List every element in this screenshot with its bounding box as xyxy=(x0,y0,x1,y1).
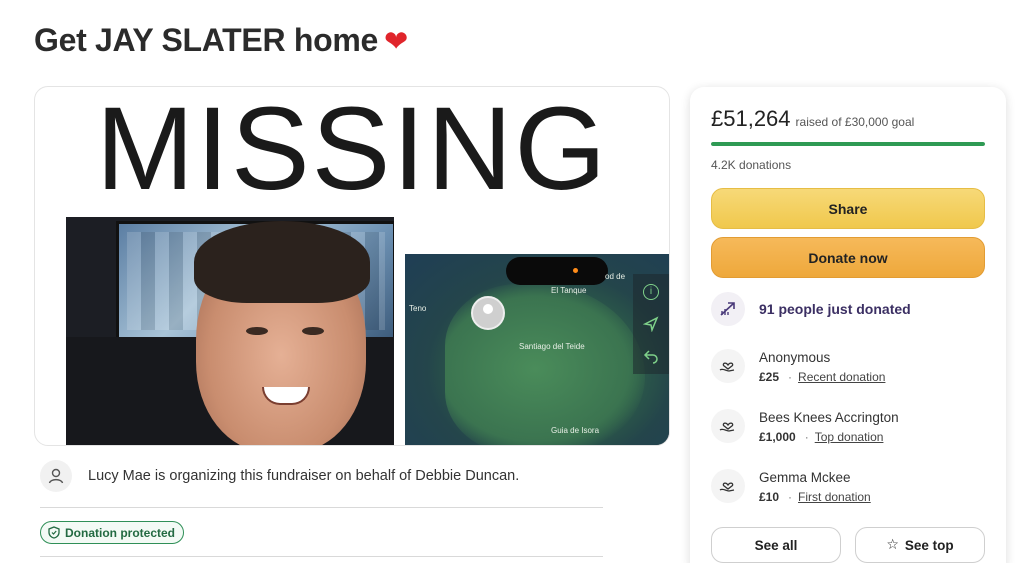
info-icon: i xyxy=(643,284,659,300)
badge-label: Donation protected xyxy=(65,525,175,540)
page-title: Get JAY SLATER home ❤ xyxy=(34,22,408,59)
missing-headline: MISSING xyxy=(95,86,609,215)
organizer-row: Lucy Mae is organizing this fundraiser o… xyxy=(40,460,519,492)
page-title-text: Get JAY SLATER home xyxy=(34,22,379,58)
donor-amount: £1,000 xyxy=(759,430,796,444)
map-label: Santiago del Teide xyxy=(519,342,585,351)
map-label: Guia de Isora xyxy=(551,426,600,435)
divider xyxy=(40,507,603,508)
back-icon xyxy=(643,348,659,364)
donation-tag-link[interactable]: Recent donation xyxy=(798,370,885,384)
donor-name: Anonymous xyxy=(759,350,831,365)
divider xyxy=(40,556,603,557)
shield-icon xyxy=(48,526,60,539)
donor-row: Gemma Mckee £10 · First donation xyxy=(711,469,871,505)
amount-raised: £51,264 raised of £30,000 goal xyxy=(711,106,914,132)
see-top-label: See top xyxy=(904,537,954,553)
donate-now-button[interactable]: Donate now xyxy=(711,237,985,278)
donation-tag-link[interactable]: First donation xyxy=(798,490,871,504)
goal-text: raised of £30,000 goal xyxy=(795,115,915,129)
hero-image[interactable]: MISSING El Tanque Teno od de Santiago de… xyxy=(34,86,670,446)
map-label: Teno xyxy=(409,304,427,313)
donor-name: Bees Knees Accrington xyxy=(759,410,899,425)
map-screenshot: El Tanque Teno od de Santiago del Teide … xyxy=(405,254,669,445)
donation-heart-hand-icon xyxy=(711,409,745,443)
user-icon xyxy=(40,460,72,492)
heart-icon: ❤ xyxy=(384,24,409,58)
donation-heart-hand-icon xyxy=(711,349,745,383)
hair xyxy=(194,221,370,303)
donation-card: £51,264 raised of £30,000 goal 4.2K dona… xyxy=(690,87,1006,563)
donor-row: Anonymous £25 · Recent donation xyxy=(711,349,885,385)
donor-row: Bees Knees Accrington £1,000 · Top donatio… xyxy=(711,409,899,445)
see-all-label: See all xyxy=(754,537,798,553)
donation-heart-hand-icon xyxy=(711,469,745,503)
donation-tag-link[interactable]: Top donation xyxy=(815,430,884,444)
trending-up-icon xyxy=(711,292,745,326)
person-photo xyxy=(66,217,394,445)
recent-activity-text: 91 people just donated xyxy=(759,301,911,317)
raised-amount: £51,264 xyxy=(711,106,791,131)
map-controls: i xyxy=(633,274,669,374)
phone-notch xyxy=(506,257,608,285)
map-label: El Tanque xyxy=(551,286,587,295)
donations-count: 4.2K donations xyxy=(711,158,792,172)
see-all-button[interactable]: See all xyxy=(711,527,841,563)
recent-activity-row: 91 people just donated xyxy=(711,292,911,326)
share-button[interactable]: Share xyxy=(711,188,985,229)
donor-amount: £10 xyxy=(759,490,780,504)
navigate-icon xyxy=(642,316,659,333)
see-top-button[interactable]: ☆ See top xyxy=(855,527,985,563)
donor-amount: £25 xyxy=(759,370,780,384)
map-label: od de xyxy=(605,272,626,281)
donation-protected-badge[interactable]: Donation protected xyxy=(40,521,184,544)
organizer-text: Lucy Mae is organizing this fundraiser o… xyxy=(88,468,520,484)
star-icon: ☆ xyxy=(886,537,899,553)
progress-fill xyxy=(711,142,985,146)
donor-name: Gemma Mckee xyxy=(759,470,851,485)
location-pin-icon xyxy=(471,296,505,330)
progress-bar xyxy=(711,142,985,146)
